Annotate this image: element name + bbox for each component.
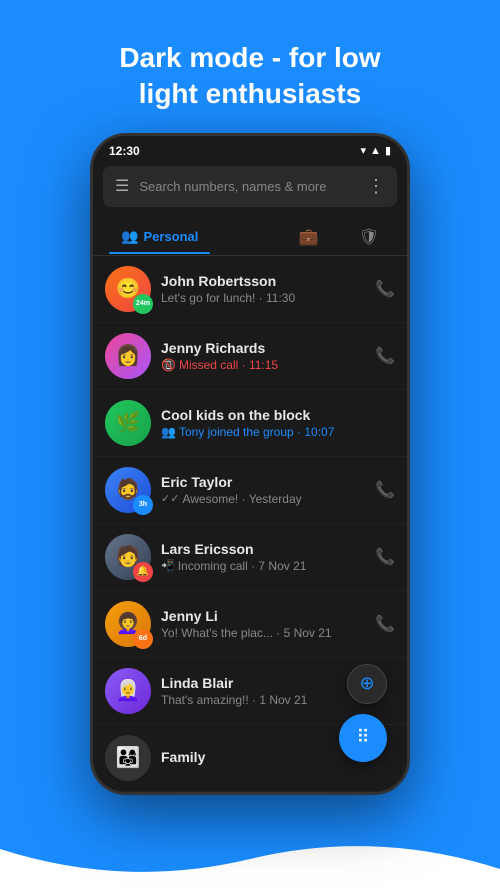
avatar-wrapper-lars: 🧑 🔔 (105, 534, 151, 580)
tab-personal-label: Personal (143, 229, 198, 244)
battery-icon: ▮ (385, 144, 391, 157)
contact-name-eric: Eric Taylor (161, 474, 365, 490)
business-icon: 💼 (299, 227, 319, 247)
header-title-line2: light enthusiasts (139, 78, 361, 109)
missed-call-icon: 📵 (161, 358, 176, 372)
avatar-cool-kids: 🌿 (105, 400, 151, 446)
call-icon-lars[interactable]: 📞 (375, 547, 395, 567)
contact-item-john[interactable]: 😊 24m John Robertsson Let's go for lunch… (93, 256, 407, 323)
personal-icon: 👥 (121, 228, 138, 245)
search-bar[interactable]: ☰ Search numbers, names & more ⋮ (103, 166, 397, 207)
call-icon-john[interactable]: 📞 (375, 279, 395, 299)
contact-name-lars: Lars Ericsson (161, 541, 365, 557)
tab-personal[interactable]: 👥 Personal (109, 220, 210, 253)
tab-bar: 👥 Personal 💼 🛡 (93, 211, 407, 256)
contact-info-cool-kids: Cool kids on the block 👥 Tony joined the… (161, 407, 395, 439)
dialpad-fab[interactable]: ⠿ (339, 714, 387, 762)
call-icon-eric[interactable]: 📞 (375, 480, 395, 500)
group-join-icon: 👥 (161, 425, 176, 439)
contact-info-lars: Lars Ericsson 📲 Incoming call · 7 Nov 21 (161, 541, 365, 573)
hamburger-icon[interactable]: ☰ (115, 176, 129, 196)
phone-frame: 12:30 ▾ ▲ ▮ ☰ Search numbers, names & mo… (0, 133, 500, 795)
avatar-wrapper-family: 👨‍👩‍👧 (105, 735, 151, 781)
call-icon-jenny-l[interactable]: 📞 (375, 614, 395, 634)
contact-preview-eric: ✓✓ Awesome! · Yesterday (161, 492, 365, 506)
add-contact-fab[interactable]: ⊕ (347, 664, 387, 704)
contact-name-jenny-l: Jenny Li (161, 608, 365, 624)
contact-item-eric[interactable]: 🧔 3h Eric Taylor ✓✓ Awesome! · Yesterday… (93, 457, 407, 524)
tab-business[interactable]: 💼 (287, 219, 331, 255)
header-section: Dark mode - for low light enthusiasts (0, 0, 500, 133)
badge-eric: 3h (133, 495, 153, 515)
contact-info-jenny-l: Jenny Li Yo! What's the plac... · 5 Nov … (161, 608, 365, 640)
avatar-jenny-r: 👩 (105, 333, 151, 379)
header-title: Dark mode - for low light enthusiasts (40, 40, 460, 113)
avatar-wrapper-eric: 🧔 3h (105, 467, 151, 513)
contact-item-jenny-l[interactable]: 👩‍🦱 6d Jenny Li Yo! What's the plac... ·… (93, 591, 407, 658)
contact-name-john: John Robertsson (161, 273, 365, 289)
signal-icon: ▲ (370, 145, 381, 157)
search-placeholder: Search numbers, names & more (139, 179, 357, 194)
contact-preview-jenny-r: 📵 Missed call · 11:15 (161, 358, 365, 372)
contact-list: 😊 24m John Robertsson Let's go for lunch… (93, 256, 407, 792)
avatar-wrapper-jenny-r: 👩 (105, 333, 151, 379)
contact-name-jenny-r: Jenny Richards (161, 340, 365, 356)
contact-name-cool-kids: Cool kids on the block (161, 407, 395, 423)
contact-item-jenny-r[interactable]: 👩 Jenny Richards 📵 Missed call · 11:15 📞 (93, 323, 407, 390)
contact-preview-lars: 📲 Incoming call · 7 Nov 21 (161, 559, 365, 573)
avatar-family: 👨‍👩‍👧 (105, 735, 151, 781)
avatar-wrapper-jenny-l: 👩‍🦱 6d (105, 601, 151, 647)
contact-preview-cool-kids: 👥 Tony joined the group · 10:07 (161, 425, 395, 439)
call-icon-jenny-r[interactable]: 📞 (375, 346, 395, 366)
contact-info-john: John Robertsson Let's go for lunch! · 11… (161, 273, 365, 305)
avatar-linda: 👩‍🦳 (105, 668, 151, 714)
dialpad-icon: ⠿ (356, 727, 369, 748)
status-time: 12:30 (109, 144, 140, 158)
shield-icon: 🛡 (359, 227, 379, 247)
contact-preview-jenny-l: Yo! What's the plac... · 5 Nov 21 (161, 626, 365, 640)
contact-info-jenny-r: Jenny Richards 📵 Missed call · 11:15 (161, 340, 365, 372)
contact-item-cool-kids[interactable]: 🌿 Cool kids on the block 👥 Tony joined t… (93, 390, 407, 457)
badge-lars: 🔔 (133, 562, 153, 582)
avatar-wrapper-linda: 👩‍🦳 (105, 668, 151, 714)
contact-info-eric: Eric Taylor ✓✓ Awesome! · Yesterday (161, 474, 365, 506)
incoming-call-icon: 📲 (161, 559, 175, 572)
more-options-icon[interactable]: ⋮ (367, 176, 385, 197)
delivered-icon: ✓✓ (161, 492, 179, 505)
status-icons: ▾ ▲ ▮ (361, 144, 391, 157)
add-contact-icon: ⊕ (359, 673, 374, 694)
contact-item-lars[interactable]: 🧑 🔔 Lars Ericsson 📲 Incoming call · 7 No… (93, 524, 407, 591)
fab-container: ⊕ ⠿ (339, 664, 387, 762)
tab-shield[interactable]: 🛡 (347, 219, 391, 255)
avatar-wrapper-cool-kids: 🌿 (105, 400, 151, 446)
header-title-line1: Dark mode - for low (119, 42, 380, 73)
avatar-wrapper-john: 😊 24m (105, 266, 151, 312)
badge-john: 24m (133, 294, 153, 314)
status-bar: 12:30 ▾ ▲ ▮ (93, 136, 407, 162)
badge-jenny-l: 6d (133, 629, 153, 649)
wifi-icon: ▾ (361, 144, 367, 157)
contact-preview-john: Let's go for lunch! · 11:30 (161, 291, 365, 305)
